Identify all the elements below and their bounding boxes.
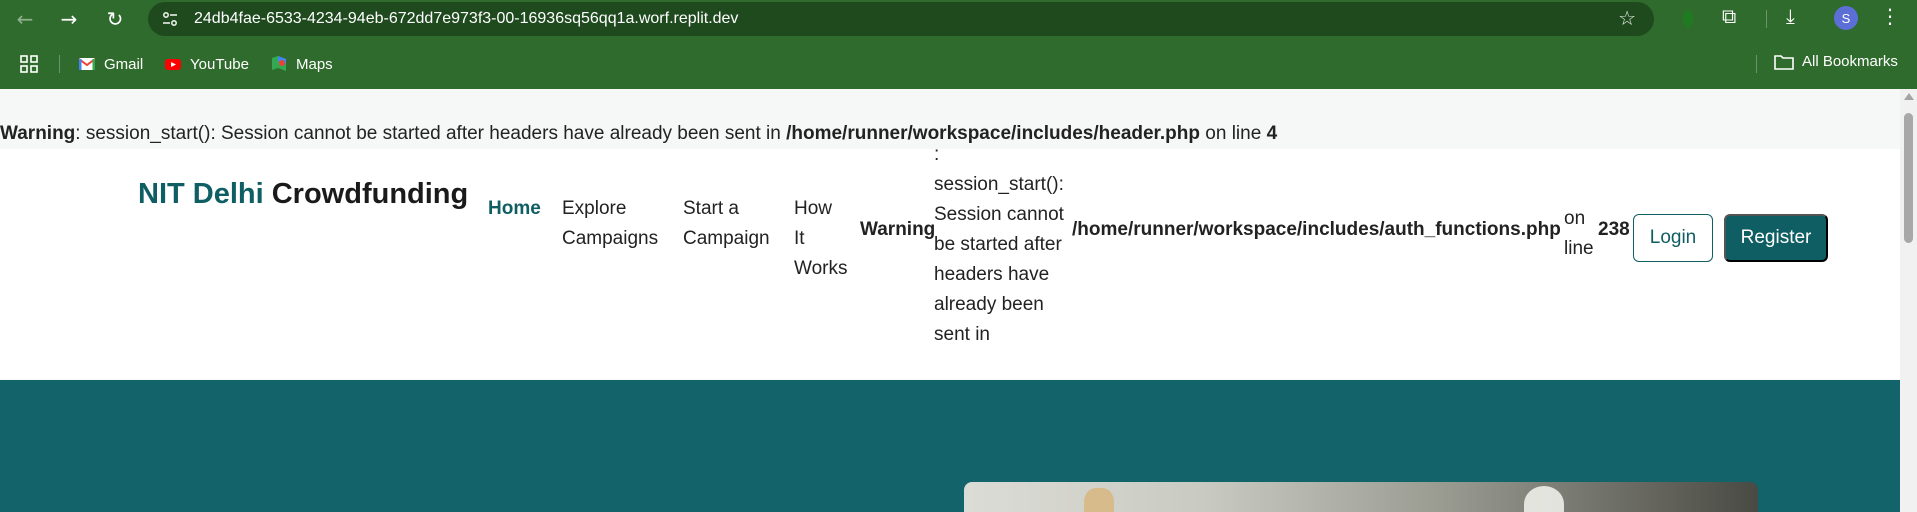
hero-image-detail bbox=[1524, 486, 1564, 512]
nav-home[interactable]: Home bbox=[488, 194, 541, 224]
browser-toolbar: ← → ↻ 24db4fae-6533-4234-94eb-672dd7e973… bbox=[0, 0, 1917, 38]
site-header: NIT Delhi Crowdfunding Home Explore Camp… bbox=[0, 144, 1900, 379]
hero-section bbox=[0, 380, 1900, 512]
bookmarks-divider bbox=[59, 55, 60, 73]
download-icon[interactable]: ⤓ bbox=[1786, 4, 1795, 28]
all-bookmarks-label: All Bookmarks bbox=[1802, 53, 1898, 70]
bookmark-gmail[interactable]: Gmail bbox=[78, 53, 143, 75]
nav-how-it-works[interactable]: How It Works bbox=[794, 194, 847, 284]
apps-grid-icon[interactable] bbox=[20, 55, 38, 73]
arrow-right-icon[interactable]: → bbox=[54, 4, 84, 34]
page-scrollbar[interactable] bbox=[1900, 89, 1917, 512]
bookmark-maps[interactable]: Maps bbox=[270, 53, 333, 75]
header-warning-line-number: 238 bbox=[1598, 219, 1630, 240]
bookmark-youtube[interactable]: YouTube bbox=[164, 53, 249, 75]
hero-image-detail bbox=[1084, 488, 1114, 512]
header-warning-message: : session_start(): Session cannot be sta… bbox=[934, 144, 1064, 345]
youtube-icon bbox=[165, 59, 181, 70]
reload-icon[interactable]: ↻ bbox=[100, 4, 130, 34]
bookmark-label: Gmail bbox=[104, 55, 144, 73]
site-info-icon[interactable] bbox=[160, 9, 180, 29]
warning-message: : session_start(): Session cannot be sta… bbox=[75, 123, 781, 144]
address-bar[interactable]: 24db4fae-6533-4234-94eb-672dd7e973f3-00-… bbox=[148, 2, 1654, 36]
bookmarks-bar: Gmail YouTube Maps All Bookmarks bbox=[0, 47, 1917, 81]
warning-on-line: on line bbox=[1205, 123, 1262, 144]
avatar[interactable]: S bbox=[1834, 6, 1858, 30]
toolbar-divider bbox=[1766, 10, 1767, 28]
scroll-up-icon[interactable] bbox=[1904, 93, 1914, 100]
more-vertical-icon[interactable]: ⋮ bbox=[1880, 4, 1900, 28]
leaf-extension-icon[interactable] bbox=[1678, 8, 1698, 30]
header-warning-path: /home/runner/workspace/includes/auth_fun… bbox=[1072, 219, 1561, 240]
header-warning-label: Warning bbox=[860, 219, 936, 240]
hero-image bbox=[964, 482, 1758, 512]
all-bookmarks-button[interactable]: All Bookmarks bbox=[1774, 53, 1898, 70]
warning-line-number: 4 bbox=[1266, 123, 1278, 144]
register-button[interactable]: Register bbox=[1724, 214, 1828, 262]
browser-chrome: ← → ↻ 24db4fae-6533-4234-94eb-672dd7e973… bbox=[0, 0, 1917, 89]
bookmark-label: YouTube bbox=[190, 55, 249, 73]
gmail-icon bbox=[78, 58, 96, 70]
php-warning-banner: Warning: session_start(): Session cannot… bbox=[0, 123, 1277, 145]
brand-accent: NIT Delhi bbox=[138, 178, 264, 210]
star-icon[interactable]: ☆ bbox=[1618, 6, 1636, 30]
url-text[interactable]: 24db4fae-6533-4234-94eb-672dd7e973f3-00-… bbox=[194, 10, 738, 28]
login-button[interactable]: Login bbox=[1633, 214, 1713, 262]
nav-explore-campaigns[interactable]: Explore Campaigns bbox=[562, 194, 658, 254]
site-logo[interactable]: NIT Delhi Crowdfunding bbox=[138, 178, 468, 211]
maps-icon bbox=[272, 56, 286, 71]
puzzle-icon[interactable]: ⧉ bbox=[1722, 4, 1736, 28]
arrow-left-icon[interactable]: ← bbox=[10, 4, 40, 34]
scroll-thumb[interactable] bbox=[1904, 113, 1913, 243]
folder-icon bbox=[1774, 54, 1794, 70]
brand-text: Crowdfunding bbox=[263, 178, 469, 210]
bookmarks-divider bbox=[1756, 55, 1757, 73]
bookmark-label: Maps bbox=[296, 55, 333, 73]
warning-label: Warning bbox=[0, 123, 76, 144]
header-warning-on-line: on line bbox=[1564, 208, 1594, 259]
nav-start-campaign[interactable]: Start a Campaign bbox=[683, 194, 783, 254]
page-viewport: Warning: session_start(): Session cannot… bbox=[0, 89, 1900, 512]
